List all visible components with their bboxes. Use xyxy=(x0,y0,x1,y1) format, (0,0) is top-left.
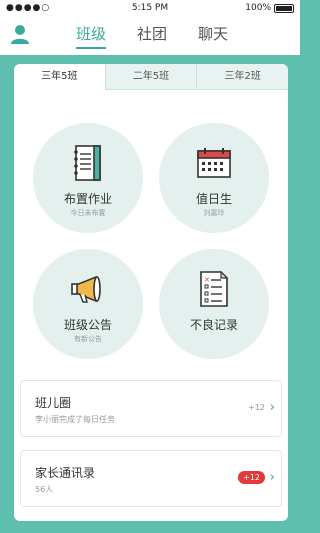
duty-tile[interactable]: 值日生 刘嘉玲 xyxy=(159,123,269,233)
card-subtitle: 56人 xyxy=(35,485,54,494)
class-panel: 三年5班 二年5班 三年2班 布置作业 今日未布置 值日生 刘嘉玲 班级公告 有… xyxy=(14,64,288,521)
update-count: +12 xyxy=(248,403,265,412)
user-icon[interactable] xyxy=(10,23,30,45)
battery-icon xyxy=(274,3,294,13)
battery-percent: 100% xyxy=(245,3,271,13)
checklist-icon: ✕ xyxy=(200,270,229,307)
class-tab-3[interactable]: 三年2班 xyxy=(196,64,288,90)
tile-title: 班级公告 xyxy=(63,318,112,332)
megaphone-icon xyxy=(71,275,101,303)
header: ●●●●○ 5:15 PM 100% 班级 社团 聊天 xyxy=(0,0,300,55)
class-circle-card[interactable]: 班儿圈 李小丽完成了每日任务 +12 › xyxy=(20,380,282,437)
calendar-icon xyxy=(197,148,231,178)
class-tab-2[interactable]: 二年5班 xyxy=(104,64,197,90)
tile-title: 不良记录 xyxy=(189,318,238,332)
notification-badge: +12 xyxy=(238,471,265,484)
card-title: 班儿圈 xyxy=(35,396,72,410)
tab-club[interactable]: 社团 xyxy=(137,23,167,49)
tab-class[interactable]: 班级 xyxy=(76,23,107,49)
tile-title: 布置作业 xyxy=(63,192,112,206)
tab-chat[interactable]: 聊天 xyxy=(198,23,228,49)
tile-subtitle: 刘嘉玲 xyxy=(203,209,225,217)
svg-text:✕: ✕ xyxy=(204,276,210,284)
class-tabs: 三年5班 二年5班 三年2班 xyxy=(14,64,288,90)
status-bar: ●●●●○ 5:15 PM 100% xyxy=(0,0,300,16)
card-title: 家长通讯录 xyxy=(35,466,96,480)
parent-contacts-card[interactable]: 家长通讯录 56人 +12 › xyxy=(20,450,282,507)
notice-tile[interactable]: 班级公告 有新公告 xyxy=(33,249,143,359)
notebook-icon xyxy=(74,145,101,181)
card-subtitle: 李小丽完成了每日任务 xyxy=(35,415,115,424)
bad-record-tile[interactable]: ✕ 不良记录 xyxy=(159,249,269,359)
homework-tile[interactable]: 布置作业 今日未布置 xyxy=(33,123,143,233)
tile-title: 值日生 xyxy=(195,192,232,206)
chevron-right-icon: › xyxy=(269,400,275,415)
top-nav: 班级 社团 聊天 xyxy=(0,17,300,53)
chevron-right-icon: › xyxy=(269,470,275,485)
tile-subtitle: 今日未布置 xyxy=(70,209,106,217)
tile-subtitle: 有新公告 xyxy=(74,335,102,343)
class-tab-1[interactable]: 三年5班 xyxy=(14,64,105,90)
